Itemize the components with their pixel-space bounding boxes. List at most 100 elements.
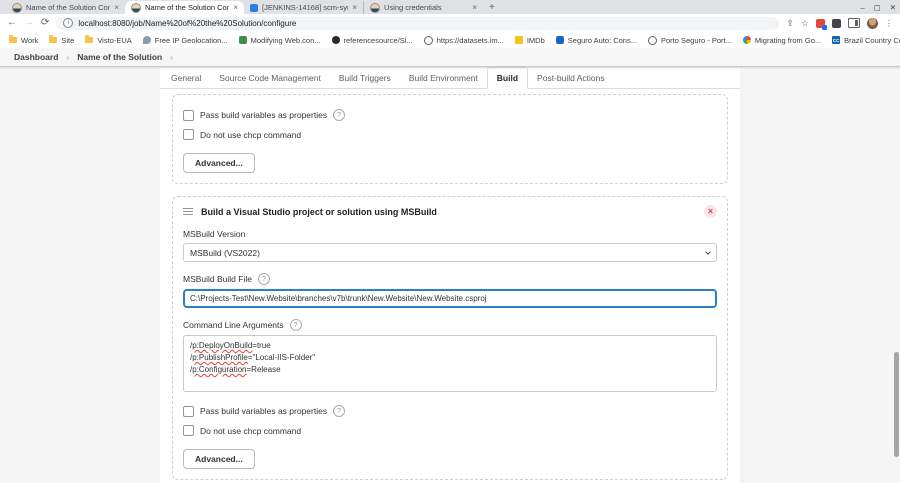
tab-title: Using credentials [384,3,442,12]
msbuild-version-select[interactable]: MSBuild (VS2022) [183,243,717,262]
chevron-right-icon[interactable]: › [170,52,173,62]
bookmark-label: https://datasets.im... [436,35,504,45]
bookmark-label: IMDb [526,35,545,45]
folder-icon [9,35,17,43]
new-tab-button[interactable]: + [489,2,495,14]
folder-icon [49,35,58,43]
refresh-icon[interactable]: ⟳ [41,18,49,28]
breadcrumb: Dashboard › Name of the Solution › [0,48,900,67]
remove-step-icon[interactable]: × [704,205,717,218]
site-favicon-icon [238,36,247,44]
bookmark-label: Migrating from Go... [754,35,822,45]
tab-build-environment[interactable]: Build Environment [400,68,487,88]
bookmark-item[interactable]: Seguro Auto: Cons... [555,35,637,45]
breadcrumb-job-link[interactable]: Name of the Solution [77,52,162,62]
breadcrumb-dashboard-link[interactable]: Dashboard [14,52,58,62]
bookmark-item[interactable]: CCBrazil Country Code... [832,36,900,45]
url-text[interactable]: localhost:8080/job/Name%20of%20the%20Sol… [78,19,296,28]
browser-tab-2-active[interactable]: Name of the Solution Config [Je × [125,1,244,14]
jenkins-favicon-icon [131,2,141,13]
checkbox-label: Do not use chcp command [200,425,302,436]
browser-tab-1[interactable]: Name of the Solution Config [Je × [6,1,125,14]
drag-handle-icon[interactable] [183,207,193,216]
chevron-right-icon: › [66,52,70,62]
jira-favicon-icon [250,3,258,12]
forward-icon[interactable]: → [24,18,34,28]
build-step-section-top: Pass build variables as properties ? Do … [172,94,728,184]
bookmark-item[interactable]: Migrating from Go... [742,35,822,45]
args-line: /p:DeployOnBuild=true [190,341,271,350]
adblock-extension-icon[interactable] [816,18,827,30]
cc-icon: CC [832,36,841,44]
help-icon[interactable]: ? [289,319,302,331]
pass-build-variables-checkbox[interactable] [183,405,194,417]
close-button[interactable]: ✕ [890,3,896,12]
bookmark-label: Porto Seguro - Port... [660,35,732,45]
do-not-use-chcp-checkbox[interactable] [183,425,194,436]
bookmark-item[interactable]: Site [49,35,74,45]
command-line-arguments-label: Command Line Arguments ? [183,319,717,331]
page-scrollbar[interactable] [894,352,899,457]
tab-post-build-actions[interactable]: Post-build Actions [528,68,614,88]
share-icon[interactable]: ⇪ [786,18,794,28]
tab-build-triggers[interactable]: Build Triggers [330,68,400,88]
profile-avatar[interactable] [867,17,878,29]
help-icon[interactable]: ? [257,273,270,285]
bookmark-item[interactable]: Visto-EUA [85,35,132,45]
bookmark-label: Modifying Web.con... [250,35,321,45]
bookmark-item[interactable]: Free IP Geolocation... [142,36,228,45]
tab-build[interactable]: Build [486,67,529,89]
browser-window: Name of the Solution Config [Je × Name o… [0,0,900,483]
pin-icon [142,36,151,44]
tab-title: Name of the Solution Config [Je [26,3,111,12]
tab-close-icon[interactable]: × [352,3,357,12]
tab-general[interactable]: General [162,68,210,88]
step-title: Build a Visual Studio project or solutio… [201,206,437,217]
do-not-use-chcp-checkbox[interactable] [183,129,194,140]
address-bar[interactable]: i localhost:8080/job/Name%20of%20the%20S… [56,16,780,30]
site-favicon-icon [555,36,564,44]
back-icon[interactable]: ← [7,18,17,28]
tab-close-icon[interactable]: × [472,3,477,12]
bookmark-item[interactable]: Work [9,35,39,45]
jenkins-favicon-icon [12,2,22,13]
advanced-button[interactable]: Advanced... [183,449,255,469]
select-value: MSBuild (VS2022) [190,247,260,258]
side-panel-icon[interactable] [848,18,860,28]
bookmark-label: Work [21,35,39,45]
bookmark-star-icon[interactable]: ☆ [801,18,809,28]
maximize-button[interactable]: ▢ [874,3,881,12]
command-line-arguments-textarea[interactable]: /p:DeployOnBuild=true /p:PublishProfile=… [183,335,717,392]
bookmarks-bar: Work Site Visto-EUA Free IP Geolocation.… [0,32,900,49]
help-icon[interactable]: ? [333,405,346,417]
advanced-button[interactable]: Advanced... [183,153,255,173]
imdb-icon [514,36,523,44]
bookmark-item[interactable]: referencesource/Sl... [331,36,413,45]
browser-tab-3[interactable]: [JENKINS-14168] scm-sync-con × [244,1,363,14]
args-line: /p:Configuration=Release [190,365,281,374]
browser-menu-icon[interactable]: ⋮ [885,19,893,28]
bookmark-item[interactable]: Modifying Web.con... [238,35,321,45]
globe-icon [647,35,657,45]
checkbox-label: Do not use chcp command [200,129,302,140]
pass-build-variables-checkbox[interactable] [183,109,194,121]
tab-close-icon[interactable]: × [233,3,238,12]
bookmark-label: Brazil Country Code... [844,35,900,45]
bookmark-item[interactable]: IMDb [514,35,545,45]
bookmark-label: Seguro Auto: Cons... [567,35,637,45]
site-favicon-icon [742,36,751,44]
extension-icon[interactable] [832,18,841,28]
tab-close-icon[interactable]: × [114,3,119,12]
msbuild-build-file-input[interactable] [183,289,717,308]
help-icon[interactable]: ? [333,109,346,121]
msbuild-version-label: MSBuild Version [183,229,246,239]
site-info-icon[interactable]: i [63,18,74,28]
bookmark-item[interactable]: https://datasets.im... [423,35,504,45]
minimize-button[interactable]: – [860,3,864,12]
browser-toolbar: ← → ⟳ i localhost:8080/job/Name%20of%20t… [0,14,900,32]
tab-source-code-management[interactable]: Source Code Management [210,68,330,88]
browser-tab-4[interactable]: Using credentials × [363,1,483,14]
bookmark-item[interactable]: Porto Seguro - Port... [647,35,732,45]
bookmark-label: Visto-EUA [97,35,132,45]
jenkins-page: Dashboard › Name of the Solution › Gener… [0,48,900,483]
